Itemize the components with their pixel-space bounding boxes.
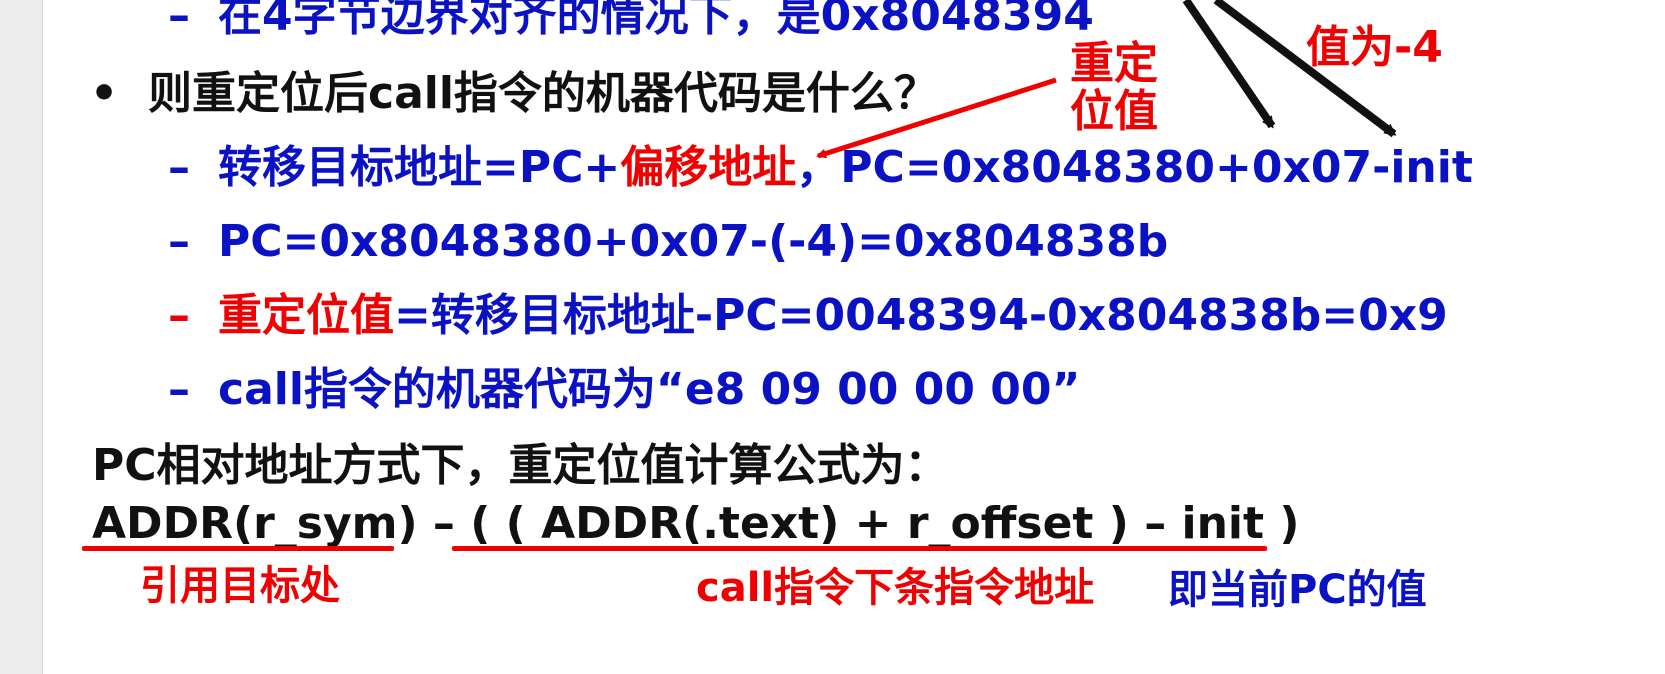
annotation-relocation-line2: 位值 (1070, 86, 1158, 138)
annotation-value-minus-4: 值为-4 (1306, 22, 1443, 73)
step3-text: =转移目标地址-PC=0048394-0x804838b=0x9 (394, 290, 1448, 341)
formula-title: PC相对地址方式下，重定位值计算公式为： (92, 440, 949, 491)
dash-marker: – (168, 290, 190, 341)
annotation-relocation-line1: 重定 (1070, 38, 1158, 89)
step1-text-a: 转移目标地址=PC+ (218, 142, 621, 193)
step-pc-value: – PC=0x8048380+0x07-(-4)=0x804838b (168, 220, 1168, 264)
underline-next-instruction (452, 546, 1267, 551)
arrow-to-init-left (1182, 0, 1276, 129)
annotation-relocation-value: 重定 位值 (1070, 38, 1158, 138)
step-relocation-value: – 重定位值=转移目标地址-PC=0048394-0x804838b=0x9 (168, 294, 1448, 338)
question-text: 则重定位后call指令的机器代码是什么？ (148, 68, 938, 119)
dash-marker: – (168, 216, 190, 267)
step-target-address: – 转移目标地址=PC+偏移地址，PC=0x8048380+0x07-init (168, 146, 1473, 190)
formula-expression: ADDR(r_sym) – ( ( ADDR(.text) + r_offset… (92, 498, 1300, 549)
annotation-current-pc: 即当前PC的值 (1168, 567, 1427, 613)
step1-text-b: ，PC=0x8048380+0x07-init (796, 142, 1473, 193)
slide-left-margin (0, 0, 43, 674)
step4-text: call指令的机器代码为“e8 09 00 00 00” (218, 364, 1081, 415)
underline-reference-target (82, 546, 394, 551)
dash-marker: – (168, 364, 190, 415)
question-line: • 则重定位后call指令的机器代码是什么？ (90, 72, 938, 116)
step3-relocation-label: 重定位值 (218, 290, 394, 341)
step1-offset-text: 偏移地址 (620, 142, 797, 193)
bullet-marker: • (90, 68, 119, 119)
dash-marker: – (168, 0, 190, 41)
step-machine-code: – call指令的机器代码为“e8 09 00 00 00” (168, 368, 1080, 412)
alignment-text: 在4字节边界对齐的情况下，是0x8048394 (218, 0, 1094, 41)
alignment-line: – 在4字节边界对齐的情况下，是0x8048394 (168, 0, 1094, 38)
annotation-reference-target: 引用目标处 (140, 563, 340, 609)
annotation-next-instruction: call指令下条指令地址 (696, 565, 1095, 611)
step2-text: PC=0x8048380+0x07-(-4)=0x804838b (218, 216, 1169, 267)
dash-marker: – (168, 142, 190, 193)
